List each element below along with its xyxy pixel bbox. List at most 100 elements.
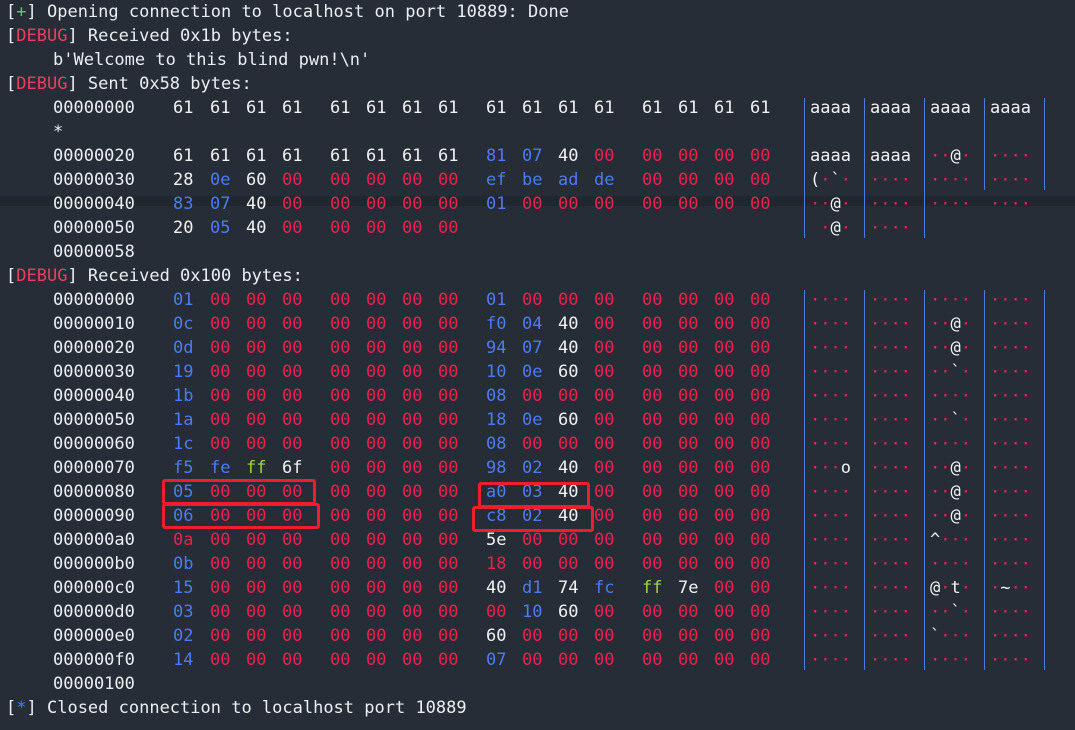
hex-byte: 00 bbox=[594, 482, 615, 502]
hex-byte: 00 bbox=[642, 554, 663, 574]
hex-byte: 61 bbox=[438, 146, 459, 166]
hex-byte: 40 bbox=[558, 458, 579, 478]
ascii-group: ···· bbox=[870, 554, 911, 574]
hex-byte: 00 bbox=[246, 338, 267, 358]
hex-byte: 00 bbox=[366, 578, 387, 598]
hex-byte: 00 bbox=[246, 578, 267, 598]
hex-byte: 74 bbox=[558, 578, 579, 598]
hex-byte: 40 bbox=[558, 314, 579, 334]
hex-byte: 00 bbox=[402, 290, 423, 310]
hex-byte: 00 bbox=[714, 386, 735, 406]
hex-byte: 00 bbox=[594, 530, 615, 550]
hex-byte: 00 bbox=[714, 578, 735, 598]
hex-byte: 1b bbox=[173, 386, 194, 406]
ascii-group: ··@· bbox=[930, 506, 971, 526]
hex-byte: 00 bbox=[282, 338, 303, 358]
ascii-group: ··@· bbox=[810, 194, 851, 214]
hex-byte: 00 bbox=[402, 338, 423, 358]
ascii-group: ···· bbox=[990, 554, 1031, 574]
hexdump-row: 00000070 f5 fe ff 6f 00 00 00 00 98 02 40 00 00 00 00 00… bbox=[0, 456, 1075, 480]
hex-offset: 00000060 bbox=[53, 434, 135, 454]
hexdump-row: 00000058 bbox=[0, 240, 1075, 264]
hex-byte: 00 bbox=[522, 650, 543, 670]
hex-byte: 0e bbox=[210, 170, 231, 190]
hex-byte: 00 bbox=[402, 458, 423, 478]
hex-byte: 00 bbox=[642, 290, 663, 310]
hex-byte: 00 bbox=[594, 434, 615, 454]
hex-byte: 00 bbox=[642, 410, 663, 430]
ascii-group: aaaa bbox=[930, 98, 971, 118]
hex-offset: 00000030 bbox=[53, 170, 135, 190]
debug-line-sent: [DEBUG] Sent 0x58 bytes: bbox=[6, 74, 252, 94]
ascii-group: ···· bbox=[870, 602, 911, 622]
hex-byte: 00 bbox=[402, 482, 423, 502]
hex-byte: 00 bbox=[438, 626, 459, 646]
hex-byte: 07 bbox=[486, 650, 507, 670]
ascii-group: ···· bbox=[870, 506, 911, 526]
hex-byte: 00 bbox=[438, 218, 459, 238]
ascii-group: ···· bbox=[870, 386, 911, 406]
hex-byte: 61 bbox=[366, 146, 387, 166]
hex-byte: 00 bbox=[594, 650, 615, 670]
hex-byte: 00 bbox=[282, 554, 303, 574]
hex-byte: 00 bbox=[750, 626, 771, 646]
ascii-group: ···· bbox=[990, 146, 1031, 166]
hex-byte: 00 bbox=[438, 458, 459, 478]
hex-byte: 61 bbox=[173, 98, 194, 118]
ascii-group: ···· bbox=[810, 602, 851, 622]
hex-byte: 00 bbox=[678, 602, 699, 622]
debug-line-received-1: [DEBUG] Received 0x1b bytes: bbox=[6, 26, 293, 46]
hex-byte: 00 bbox=[594, 410, 615, 430]
hex-byte: 60 bbox=[558, 602, 579, 622]
ascii-group: ···· bbox=[870, 434, 911, 454]
ascii-group: ···· bbox=[990, 338, 1031, 358]
ascii-separator bbox=[984, 290, 985, 670]
hex-offset: 000000f0 bbox=[53, 650, 135, 670]
hex-byte: 00 bbox=[330, 578, 351, 598]
hex-byte: 00 bbox=[642, 530, 663, 550]
hex-byte: 00 bbox=[438, 170, 459, 190]
ascii-group: ···· bbox=[990, 506, 1031, 526]
hex-byte: 00 bbox=[642, 482, 663, 502]
hex-byte: 00 bbox=[330, 410, 351, 430]
hex-byte: 00 bbox=[210, 602, 231, 622]
debug-line-received-2: [DEBUG] Received 0x100 bytes: bbox=[6, 266, 303, 286]
hex-byte: 00 bbox=[246, 410, 267, 430]
ascii-group: ···· bbox=[990, 290, 1031, 310]
hex-byte: 00 bbox=[642, 338, 663, 358]
hex-byte: 00 bbox=[282, 578, 303, 598]
hex-byte: 81 bbox=[486, 146, 507, 166]
ascii-group: ···· bbox=[990, 386, 1031, 406]
ascii-group: ···· bbox=[870, 314, 911, 334]
ascii-group: aaaa bbox=[870, 98, 911, 118]
hex-byte: 61 bbox=[210, 98, 231, 118]
hex-byte: d1 bbox=[522, 578, 543, 598]
ascii-group: ···· bbox=[870, 626, 911, 646]
hex-byte: 00 bbox=[750, 650, 771, 670]
ascii-group: ···· bbox=[810, 530, 851, 550]
hex-byte: 00 bbox=[330, 194, 351, 214]
hex-byte: 10 bbox=[522, 602, 543, 622]
hex-byte: 61 bbox=[173, 146, 194, 166]
hex-byte: 00 bbox=[330, 338, 351, 358]
hex-byte: 00 bbox=[750, 194, 771, 214]
hex-byte: 00 bbox=[594, 338, 615, 358]
hex-byte: 18 bbox=[486, 410, 507, 430]
hex-byte: 00 bbox=[714, 194, 735, 214]
hex-byte: 00 bbox=[402, 506, 423, 526]
ascii-group: ···· bbox=[810, 314, 851, 334]
status-line-open: [+] Opening connection to localhost on p… bbox=[6, 2, 569, 22]
hex-byte: 61 bbox=[330, 98, 351, 118]
hex-byte: 00 bbox=[678, 386, 699, 406]
hex-byte: 00 bbox=[642, 362, 663, 382]
hex-byte: 00 bbox=[594, 146, 615, 166]
hex-byte: 00 bbox=[210, 554, 231, 574]
hex-byte: 00 bbox=[282, 218, 303, 238]
hex-byte: 00 bbox=[246, 530, 267, 550]
ascii-group: ··`· bbox=[930, 602, 971, 622]
hexdump-row: 000000b0 0b 00 00 00 00 00 00 00 18 00 00 00 00 00 00 00… bbox=[0, 552, 1075, 576]
hex-byte: 61 bbox=[366, 98, 387, 118]
hex-byte: 61 bbox=[246, 98, 267, 118]
ascii-group: ···· bbox=[990, 650, 1031, 670]
hex-byte: 00 bbox=[366, 338, 387, 358]
